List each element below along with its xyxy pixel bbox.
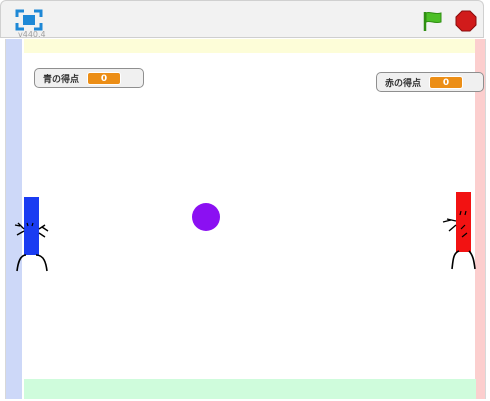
bottom-wall bbox=[24, 379, 476, 399]
player-toolbar: v440.4 bbox=[0, 0, 484, 39]
red-paddle-sprite[interactable] bbox=[439, 189, 481, 273]
red-score-value: 0 bbox=[429, 75, 464, 89]
green-flag-button[interactable] bbox=[421, 10, 445, 32]
fullscreen-button[interactable] bbox=[15, 9, 43, 31]
red-score-label: 赤の得点 bbox=[385, 78, 422, 89]
top-wall bbox=[24, 39, 476, 53]
blue-score-monitor[interactable]: 青の得点 0 bbox=[34, 68, 144, 88]
blue-score-value: 0 bbox=[87, 71, 122, 85]
blue-score-label: 青の得点 bbox=[43, 74, 80, 85]
stop-sign-icon bbox=[455, 10, 477, 32]
game-stage[interactable]: 青の得点 0 赤の得点 0 bbox=[5, 39, 486, 399]
fullscreen-icon bbox=[15, 9, 43, 31]
blue-paddle-sprite[interactable] bbox=[12, 195, 54, 275]
stop-button[interactable] bbox=[455, 10, 477, 32]
version-label: v440.4 bbox=[18, 30, 46, 39]
red-score-monitor[interactable]: 赤の得点 0 bbox=[376, 72, 484, 92]
ball-sprite[interactable] bbox=[192, 203, 220, 231]
green-flag-icon bbox=[423, 11, 442, 31]
